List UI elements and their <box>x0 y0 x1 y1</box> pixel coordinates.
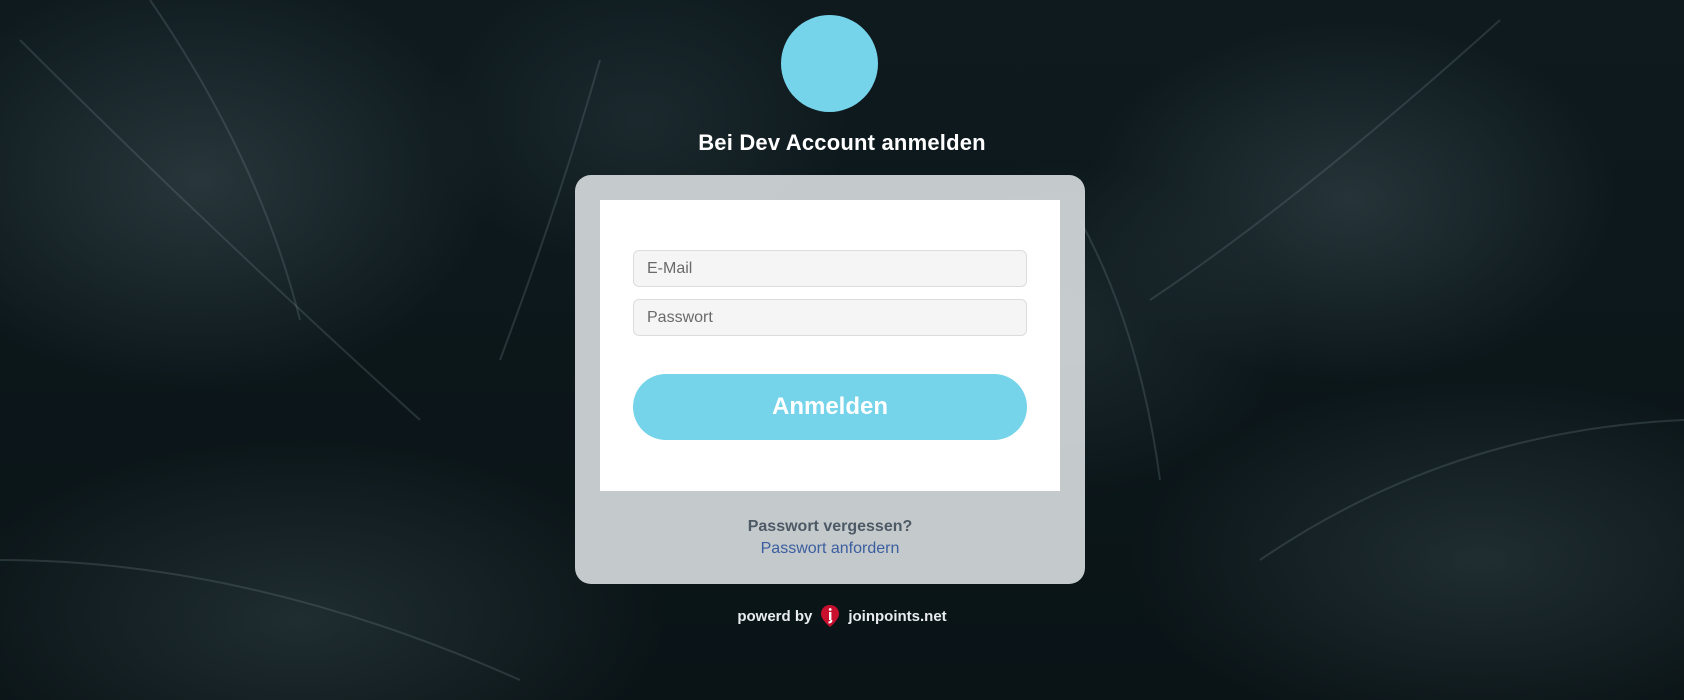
password-field[interactable] <box>633 299 1027 336</box>
powered-by-footer: powerd by joinpoints.net <box>0 604 1684 628</box>
brand-name: joinpoints.net <box>848 607 947 625</box>
login-button[interactable]: Anmelden <box>633 374 1027 440</box>
page-title: Bei Dev Account anmelden <box>698 130 986 155</box>
request-password-container: Passwort anfordern <box>575 540 1085 558</box>
account-avatar <box>781 15 878 112</box>
email-field[interactable] <box>633 250 1027 287</box>
powered-by-text: powerd by <box>737 607 813 625</box>
joinpoints-logo-icon <box>820 604 840 628</box>
request-password-link[interactable]: Passwort anfordern <box>761 540 900 557</box>
forgot-password-text: Passwort vergessen? <box>747 518 913 535</box>
login-card: Anmelden Passwort vergessen? Passwort an… <box>575 175 1085 584</box>
login-form: Anmelden <box>600 200 1060 491</box>
